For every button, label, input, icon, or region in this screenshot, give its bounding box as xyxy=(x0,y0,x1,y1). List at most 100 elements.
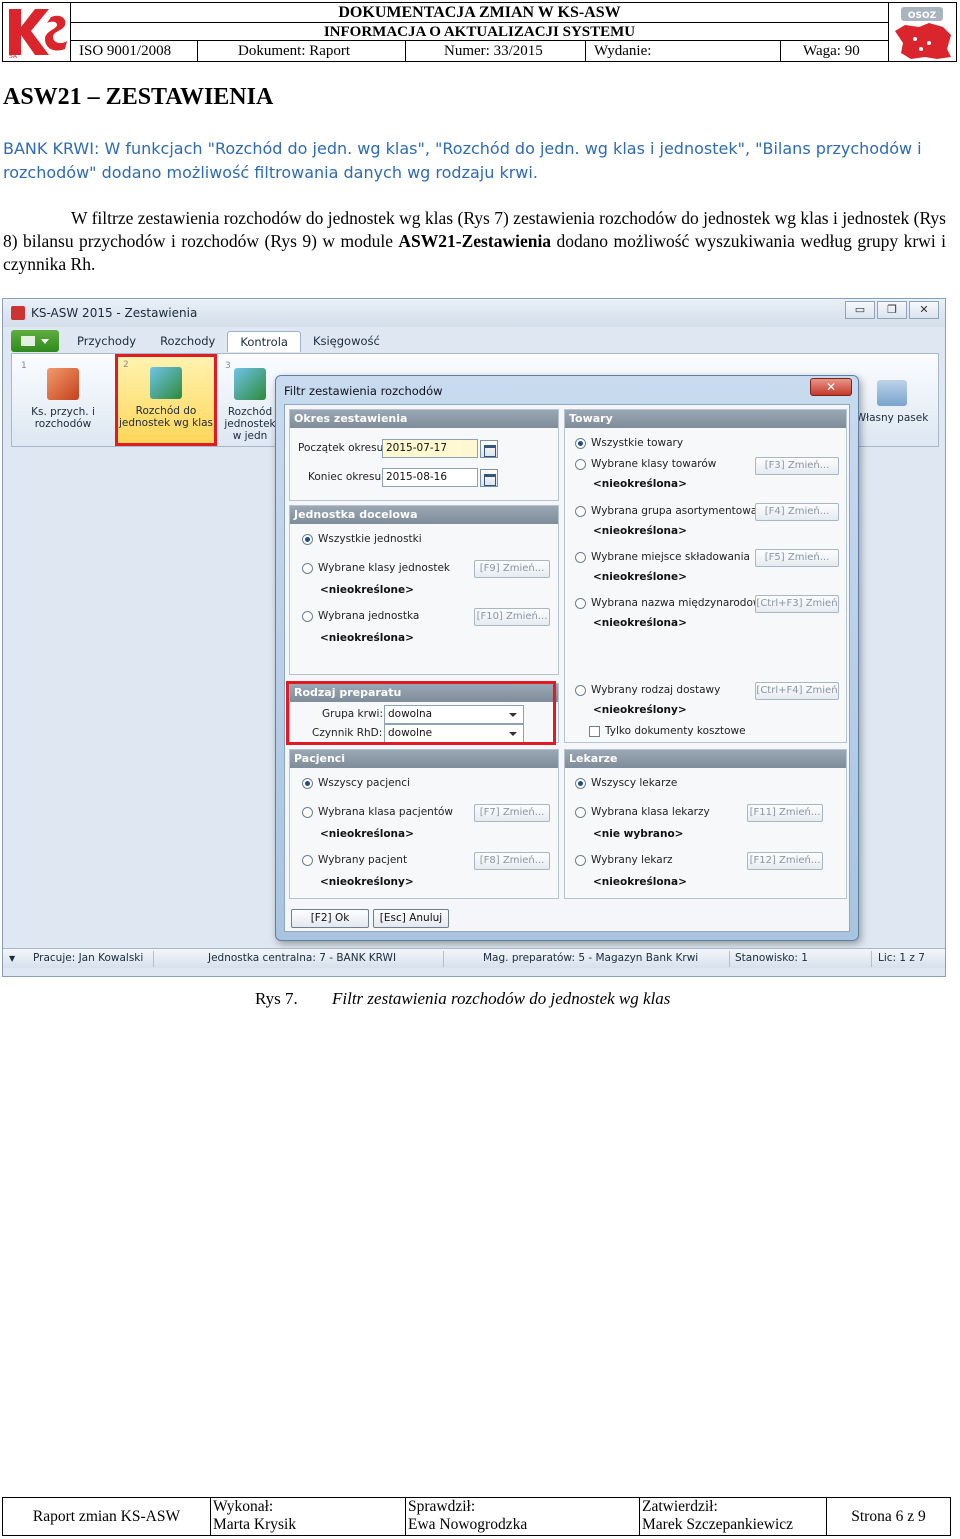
ribbon-button-wlasny-pasek[interactable]: Własny pasek xyxy=(852,358,932,444)
group-jednostka: Jednostka docelowa Wszystkie jednostki W… xyxy=(289,505,559,675)
toolbar-icon xyxy=(877,380,907,406)
patient-label: Wybrany pacjent xyxy=(318,854,408,866)
patient-change-button[interactable]: [F8] Zmień... xyxy=(474,852,550,870)
ribbon-button-rozchod-jedn[interactable]: 3 Rozchód jednostek w jedn xyxy=(220,358,280,444)
storage-place-change-button[interactable]: [F5] Zmień... xyxy=(755,549,839,567)
footer-checker-label: Sprawdził: xyxy=(408,1498,476,1515)
footer-report: Raport zmian KS-ASW xyxy=(3,1498,211,1535)
radio-patient-class[interactable] xyxy=(302,807,313,818)
tab-ksiegowosc[interactable]: Księgowość xyxy=(301,331,392,351)
ribbon-button-rozchod-klas[interactable]: 2 Rozchód do jednostek wg klas xyxy=(115,354,217,446)
app-menu-button[interactable] xyxy=(11,330,59,352)
ribbon-label: Rozchód do jednostek wg klas xyxy=(118,405,214,429)
goods-classes-label: Wybrane klasy towarów xyxy=(591,458,717,470)
status-station: Stanowisko: 1 xyxy=(735,952,808,964)
arrow-icon xyxy=(150,367,182,399)
window-title: KS-ASW 2015 - Zestawienia xyxy=(31,306,198,320)
international-name-value: <nieokreślona> xyxy=(593,617,687,629)
radio-goods-classes[interactable] xyxy=(575,459,586,470)
delivery-type-change-button[interactable]: [Ctrl+F4] Zmień xyxy=(755,682,839,700)
ok-button[interactable]: [F2] Ok xyxy=(291,909,369,928)
group-pacjenci: Pacjenci Wszyscy pacjenci Wybrana klasa … xyxy=(289,749,559,899)
footer-author: Marta Krysik xyxy=(213,1516,297,1533)
radio-single-unit[interactable] xyxy=(302,611,313,622)
patient-class-change-button[interactable]: [F7] Zmień... xyxy=(474,804,550,822)
app-screenshot: KS-ASW 2015 - Zestawienia ▭ ❐ ✕ Przychod… xyxy=(2,298,946,977)
maximize-icon[interactable]: ❐ xyxy=(877,301,907,319)
patient-value: <nieokreślony> xyxy=(320,876,414,888)
minimize-icon[interactable]: ▭ xyxy=(845,301,875,319)
ribbon-number: 3 xyxy=(225,361,231,371)
footer-approver: Marek Szczepankiewicz xyxy=(642,1516,794,1533)
tab-rozchody[interactable]: Rozchody xyxy=(148,331,227,351)
group-header: Okres zestawienia xyxy=(290,410,558,428)
document-footer: Raport zmian KS-ASW Wykonał: Marta Krysi… xyxy=(2,1497,951,1536)
doctor-value: <nieokreślona> xyxy=(593,876,687,888)
group-header: Pacjenci xyxy=(290,750,558,768)
header-iso: ISO 9001/2008 xyxy=(71,41,198,61)
radio-assortment-group[interactable] xyxy=(575,506,586,517)
cancel-button[interactable]: [Esc] Anuluj xyxy=(373,909,449,928)
ribbon-button-ks-przych[interactable]: 1 Ks. przych. i rozchodów xyxy=(16,358,110,444)
all-units-label: Wszystkie jednostki xyxy=(318,533,422,545)
international-name-label: Wybrana nazwa międzynarodowa xyxy=(591,597,768,609)
osoz-logo: OSOZ xyxy=(888,3,956,61)
status-separator xyxy=(443,951,444,967)
dialog-title: Filtr zestawienia rozchodów xyxy=(284,384,443,398)
delivery-type-value: <nieokreślony> xyxy=(593,704,687,716)
header-number: Numer: 33/2015 xyxy=(406,41,586,61)
goods-classes-value: <nieokreślona> xyxy=(593,478,687,490)
header-subtitle: INFORMACJA O AKTUALIZACJI SYSTEMU xyxy=(71,23,888,41)
calendar-icon[interactable] xyxy=(480,469,498,487)
start-date-input[interactable]: 2015-07-17 xyxy=(382,439,478,458)
single-unit-value: <nieokreślona> xyxy=(320,632,414,644)
window-titlebar: KS-ASW 2015 - Zestawienia ▭ ❐ ✕ xyxy=(3,299,945,327)
status-license: Lic: 1 z 7 xyxy=(878,952,925,964)
footer-author-cell: Wykonał: Marta Krysik xyxy=(211,1498,406,1535)
doctor-class-change-button[interactable]: [F11] Zmień... xyxy=(747,804,823,822)
radio-delivery-type[interactable] xyxy=(575,685,586,696)
assortment-group-change-button[interactable]: [F4] Zmień... xyxy=(755,503,839,521)
calendar-icon[interactable] xyxy=(480,440,498,458)
footer-checker-cell: Sprawdził: Ewa Nowogrodzka xyxy=(406,1498,640,1535)
close-icon[interactable]: ✕ xyxy=(909,301,939,319)
radio-doctor-class[interactable] xyxy=(575,807,586,818)
tab-przychody[interactable]: Przychody xyxy=(65,331,148,351)
filter-dialog: Filtr zestawienia rozchodów ✕ Okres zest… xyxy=(275,375,859,941)
radio-storage-place[interactable] xyxy=(575,552,586,563)
goods-classes-change-button[interactable]: [F3] Zmień... xyxy=(755,457,839,475)
doctor-class-value: <nie wybrano> xyxy=(593,828,684,840)
doctor-change-button[interactable]: [F12] Zmień... xyxy=(747,852,823,870)
ribbon-number: 1 xyxy=(21,361,27,371)
radio-all-goods[interactable] xyxy=(575,438,586,449)
radio-patient[interactable] xyxy=(302,855,313,866)
cost-documents-checkbox[interactable] xyxy=(589,726,600,737)
end-date-input[interactable]: 2015-08-16 xyxy=(382,468,478,487)
figure-caption: Filtr zestawienia rozchodów do jednostek… xyxy=(332,989,671,1008)
radio-all-doctors[interactable] xyxy=(575,778,586,789)
window-controls: ▭ ❐ ✕ xyxy=(845,301,939,319)
header-weight: Waga: 90 xyxy=(803,43,860,59)
radio-all-patients[interactable] xyxy=(302,778,313,789)
group-header: Lekarze xyxy=(565,750,846,768)
single-unit-label: Wybrana jednostka xyxy=(318,610,420,622)
dialog-close-icon[interactable]: ✕ xyxy=(810,378,852,396)
radio-international-name[interactable] xyxy=(575,598,586,609)
svg-text:SA: SA xyxy=(9,53,18,60)
header-document: Dokument: Raport xyxy=(198,41,406,61)
arrow-icon xyxy=(234,368,266,400)
dialog-body: Okres zestawienia Początek okresu: 2015-… xyxy=(284,404,850,932)
group-lekarze: Lekarze Wszyscy lekarze Wybrana klasa le… xyxy=(564,749,847,899)
status-separator xyxy=(153,951,154,967)
tab-kontrola[interactable]: Kontrola xyxy=(227,330,301,352)
status-dropdown-icon[interactable]: ▼ xyxy=(9,954,15,963)
app-icon xyxy=(11,306,25,320)
patient-class-label: Wybrana klasa pacjentów xyxy=(318,806,453,818)
unit-classes-change-button[interactable]: [F9] Zmień... xyxy=(474,560,550,578)
storage-place-value: <nieokreślone> xyxy=(593,571,687,583)
international-name-change-button[interactable]: [Ctrl+F3] Zmień xyxy=(755,595,839,613)
radio-unit-classes[interactable] xyxy=(302,563,313,574)
single-unit-change-button[interactable]: [F10] Zmień... xyxy=(474,608,550,626)
radio-all-units[interactable] xyxy=(302,534,313,545)
radio-doctor[interactable] xyxy=(575,855,586,866)
